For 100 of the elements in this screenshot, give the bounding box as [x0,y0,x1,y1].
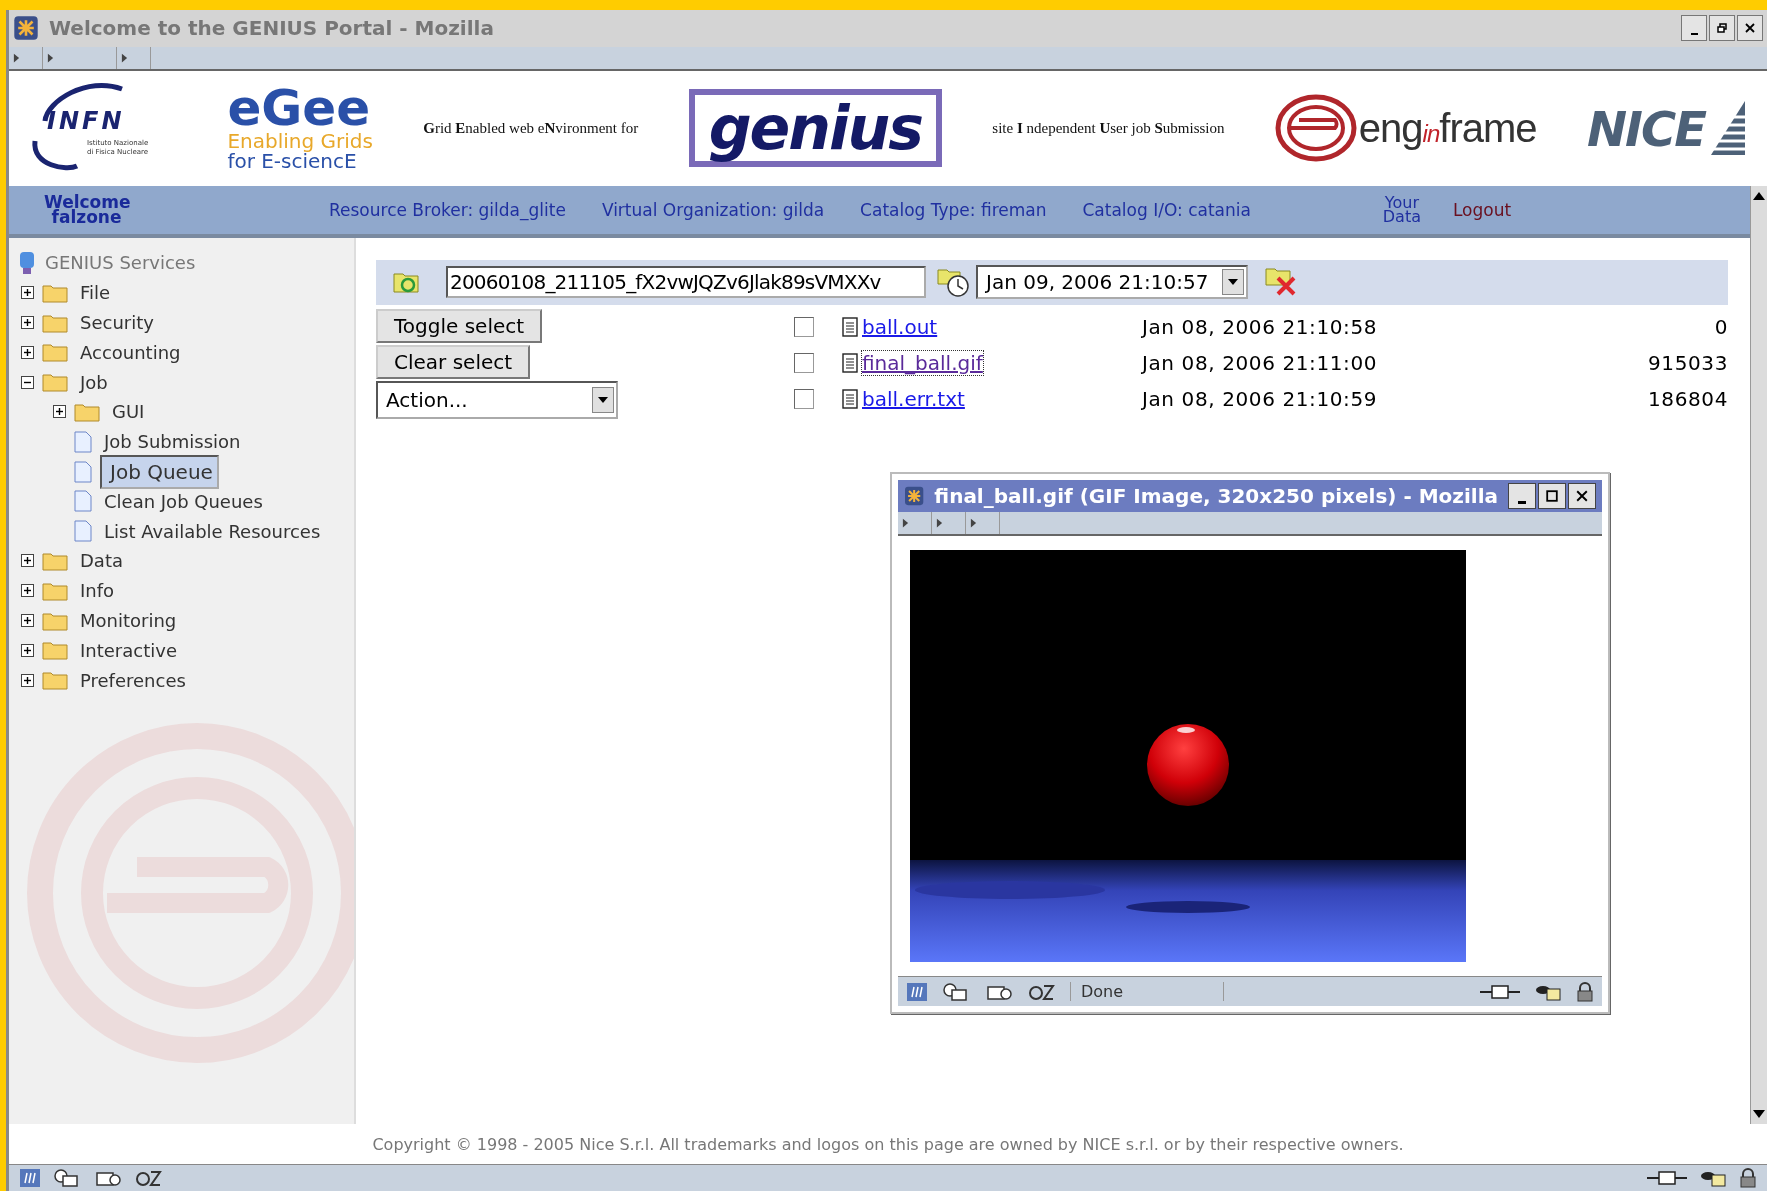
triangle-icon [47,52,54,63]
text-file-icon [842,316,858,337]
plus-icon [23,616,32,626]
plus-icon [23,586,32,596]
toggle-select-button[interactable]: Toggle select [376,308,543,343]
window-title: final_ball.gif (GIF Image, 320x250 pixels) - Mozilla [934,484,1498,509]
tree-item[interactable]: Accounting [76,340,185,364]
tree-item[interactable]: Preferences [76,668,190,692]
folder-icon [42,372,68,393]
folder-icon [42,312,68,333]
expand-toggle[interactable] [21,554,34,568]
caret-icon [598,396,608,403]
scroll-up-icon [1753,191,1765,200]
triangle-icon [13,52,20,63]
folder-icon [42,610,68,631]
triangle-icon [936,518,943,529]
tree-item[interactable]: GUI [108,400,149,424]
connection-icon [1647,1170,1687,1186]
minimize-button[interactable] [1508,483,1536,510]
expand-toggle[interactable] [21,614,34,628]
clear-select-button[interactable]: Clear select [376,344,531,379]
lock-icon [1739,1168,1757,1188]
tree-item[interactable]: Job Queue [100,454,219,489]
lock-icon [1576,981,1594,1002]
document-icon [74,430,92,453]
folder-icon [42,282,68,303]
egee-tagline: Enabling Grids [227,130,373,151]
plus-icon [23,675,32,685]
triangle-icon [121,52,128,63]
file-checkbox[interactable] [794,352,814,373]
expand-toggle[interactable] [21,345,34,359]
file-link[interactable]: ball.err.txt [862,386,965,411]
genius-logo: genius [688,89,942,168]
tree-item[interactable]: Info [76,579,119,603]
triangle-icon [970,518,977,529]
folder-icon [74,401,100,422]
tree-item[interactable]: Security [76,311,158,335]
expand-toggle[interactable] [53,405,66,419]
file-link[interactable]: final_ball.gif [862,350,983,375]
expand-toggle[interactable] [21,316,34,330]
folder-icon [42,550,68,571]
nav-info: Catalog I/O: catania [1082,199,1251,220]
restore-button[interactable] [1709,15,1735,42]
status-text: Done [1070,982,1225,1002]
infn-logo-text: INFN [47,106,125,135]
maximize-icon [1546,490,1558,503]
welcome-user: Welcome falzone [44,194,129,226]
job-id-field[interactable]: 20060108_211105_fX2vwJQZv6Jlak89sVMXXv [446,266,926,299]
your-data-link[interactable]: Your Data [1380,196,1423,224]
nav-info: Resource Broker: gilda_glite [329,199,566,220]
tree-item[interactable]: Monitoring [76,609,181,633]
close-button[interactable] [1568,483,1596,510]
tagline: site I ndependent User job Submission [992,119,1225,137]
restore-icon [1717,23,1727,34]
file-size: 0 [1713,314,1728,339]
scroll-down-icon [1753,1110,1765,1119]
date-select[interactable]: Jan 09, 2006 21:10:57 [976,265,1248,300]
tree-item[interactable]: File [76,281,115,305]
expand-toggle[interactable] [21,643,34,657]
vertical-scrollbar[interactable] [1750,185,1767,1125]
plus-icon [55,407,64,417]
clock-icon [936,266,972,299]
file-size: 186804 [1648,386,1728,411]
plus-icon [23,347,32,357]
plus-icon [23,288,32,298]
folder-icon [42,670,68,691]
document-icon [74,460,92,483]
tree-item[interactable]: Job [76,370,112,394]
caret-icon [1228,279,1238,286]
file-date: Jan 08, 2006 21:10:59 [1140,386,1379,411]
enginframe-logo-text: enginframe [1358,105,1537,151]
expand-toggle[interactable] [21,673,34,687]
file-link[interactable]: ball.out [862,314,938,339]
tree-item[interactable]: Job Submission [100,430,245,454]
close-icon [1745,23,1755,34]
navigator-icon[interactable] [906,981,928,1002]
maximize-button[interactable] [1538,483,1566,510]
file-size: 915033 [1648,350,1728,375]
plus-icon [23,556,32,566]
tree-item[interactable]: List Available Resources [100,519,325,543]
document-icon [74,490,92,513]
tree-item[interactable]: Interactive [76,638,181,662]
folder-icon [42,580,68,601]
text-file-icon [842,352,858,373]
expand-toggle[interactable] [21,286,34,300]
file-date: Jan 08, 2006 21:10:58 [1140,314,1379,339]
tree-item[interactable]: Clean Job Queues [100,489,267,513]
close-button[interactable] [1737,15,1763,42]
plus-icon [23,645,32,655]
action-select[interactable]: Action... [376,380,618,419]
file-checkbox[interactable] [794,316,814,337]
sidebar-title: GENIUS Services [45,252,196,274]
file-checkbox[interactable] [794,388,814,409]
navigator-icon[interactable] [19,1168,41,1188]
logout-link[interactable]: Logout [1452,199,1512,220]
tree-item[interactable]: Data [76,549,127,573]
file-date: Jan 08, 2006 21:11:00 [1140,350,1379,375]
expand-toggle[interactable] [21,584,34,598]
browser-icon [13,15,39,42]
collapse-toggle[interactable] [21,375,34,389]
